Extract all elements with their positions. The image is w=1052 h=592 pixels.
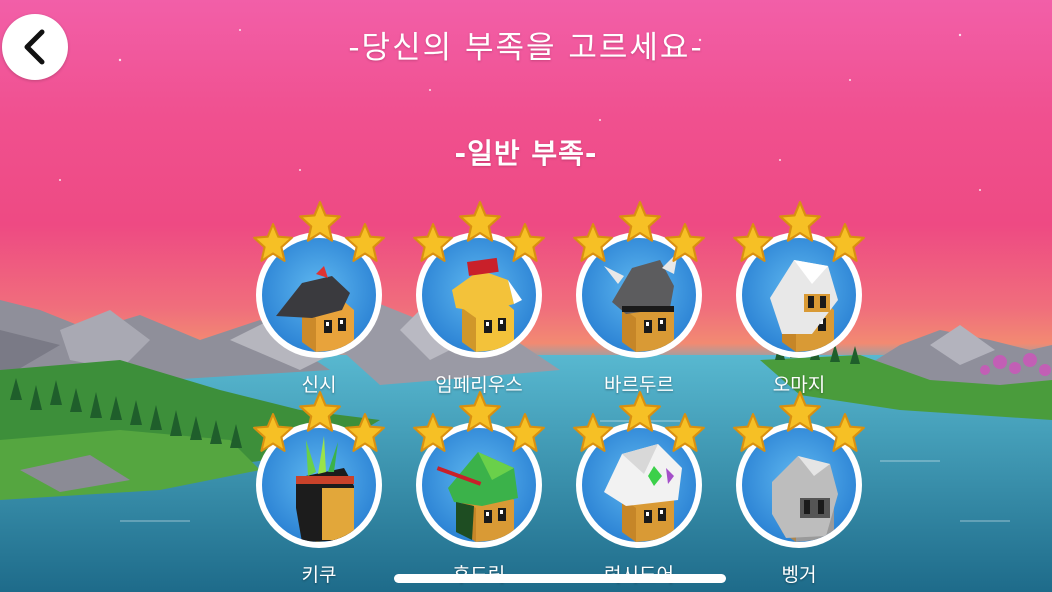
star-icon <box>298 200 342 248</box>
star-icon <box>504 222 546 268</box>
tribe-card-oumaji[interactable]: 오마지 <box>724 200 874 396</box>
star-icon <box>298 390 342 438</box>
tribe-card-vengir[interactable]: 벵거 <box>724 390 874 586</box>
star-icon <box>344 222 386 268</box>
star-icon <box>664 222 706 268</box>
star-icon <box>458 200 502 248</box>
star-icon <box>252 222 294 268</box>
star-icon <box>572 222 614 268</box>
star-icon <box>664 412 706 458</box>
star-icon <box>732 412 774 458</box>
tribe-card-bardur[interactable]: 바르두르 <box>564 200 714 396</box>
section-title: -일반 부족- <box>454 137 598 170</box>
tribe-card-luxidoor[interactable]: 럭시도어 <box>564 390 714 586</box>
page-title: -당신의 부족을 고르세요- <box>348 30 704 66</box>
tribe-card-imperius[interactable]: 임페리우스 <box>404 200 554 396</box>
star-icon <box>824 222 866 268</box>
star-icon <box>252 412 294 458</box>
star-icon <box>572 412 614 458</box>
star-icon <box>412 412 454 458</box>
star-icon <box>618 390 662 438</box>
star-icon <box>778 200 822 248</box>
tribe-card-xinxi[interactable]: 신시 <box>244 200 394 396</box>
tribe-card-hoodrick[interactable]: 후드릭 <box>404 390 554 586</box>
star-icon <box>732 222 774 268</box>
star-icon <box>618 200 662 248</box>
star-icon <box>458 390 502 438</box>
home-indicator[interactable] <box>394 574 726 583</box>
star-icon <box>824 412 866 458</box>
star-icon <box>778 390 822 438</box>
tribe-card-kickoo[interactable]: 키쿠 <box>244 390 394 586</box>
star-icon <box>412 222 454 268</box>
tribe-name-label: 벵거 <box>781 564 817 586</box>
star-icon <box>344 412 386 458</box>
star-icon <box>504 412 546 458</box>
